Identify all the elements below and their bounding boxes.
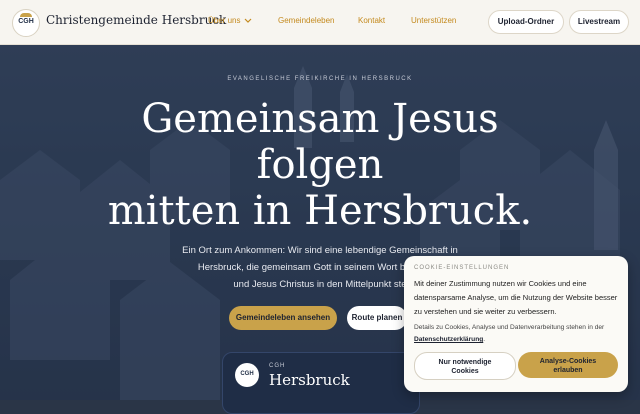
card-logo-text: CGH <box>240 371 254 377</box>
church-logo[interactable]: CGH <box>12 9 40 37</box>
necessary-cookies-button[interactable]: Nur notwendige Cookies <box>414 352 516 380</box>
cookie-title: COOKIE-EINSTELLUNGEN <box>414 265 510 271</box>
button-line: Analyse-Cookies <box>539 358 597 365</box>
livestream-button[interactable]: Livestream <box>569 10 629 34</box>
button-line: Cookies <box>451 368 479 375</box>
headline-line: mitten in Hersbruck. <box>107 188 533 234</box>
card-kicker: CGH <box>269 363 286 369</box>
site-brand[interactable]: Christengemeinde Hersbruck <box>46 13 226 27</box>
upload-folder-button[interactable]: Upload-Ordner <box>488 10 564 34</box>
top-navbar: CGH Christengemeinde Hersbruck Über uns … <box>0 0 640 45</box>
cookie-text: Mit deiner Zustimmung nutzen wir Cookies… <box>414 279 618 316</box>
cookie-banner: COOKIE-EINSTELLUNGEN Mit deiner Zustimmu… <box>404 256 628 392</box>
plan-route-button[interactable]: Route planen <box>347 306 407 330</box>
nav-item-kontakt[interactable]: Kontakt <box>358 16 385 25</box>
button-line: erlauben <box>553 367 583 374</box>
logo-text: CGH <box>18 18 34 25</box>
cookie-detail-suffix: . <box>483 336 486 343</box>
nav-item-unterstuetzen[interactable]: Unterstützen <box>411 16 456 25</box>
headline-line: Gemeinsam Jesus <box>141 96 499 142</box>
privacy-policy-link[interactable]: Datenschutzerklärung <box>414 336 483 343</box>
allow-analytics-button[interactable]: Analyse-Cookies erlauben <box>518 352 618 378</box>
headline-line: folgen <box>256 142 384 188</box>
necessary-cookies-label: Nur notwendige Cookies <box>415 353 515 376</box>
community-life-button[interactable]: Gemeindeleben ansehen <box>229 306 337 330</box>
cookie-detail-text: Details zu Cookies, Analyse und Datenver… <box>414 324 605 331</box>
location-card: CGH CGH Hersbruck <box>222 352 420 414</box>
button-line: Nur notwendige <box>438 359 492 366</box>
nav-item-gemeindeleben[interactable]: Gemeindeleben <box>278 16 334 25</box>
card-title: Hersbruck <box>269 371 350 389</box>
hero-eyebrow: EVANGELISCHE FREIKIRCHE IN HERSBRUCK <box>227 76 413 82</box>
chevron-down-icon[interactable] <box>244 16 252 26</box>
cookie-detail: Details zu Cookies, Analyse und Datenver… <box>414 322 620 346</box>
card-logo: CGH <box>235 363 259 387</box>
nav-item-ueber-uns[interactable]: Über uns <box>208 16 240 25</box>
allow-analytics-label: Analyse-Cookies erlauben <box>518 352 618 375</box>
hero-headline: Gemeinsam Jesus folgen mitten in Hersbru… <box>0 96 640 234</box>
